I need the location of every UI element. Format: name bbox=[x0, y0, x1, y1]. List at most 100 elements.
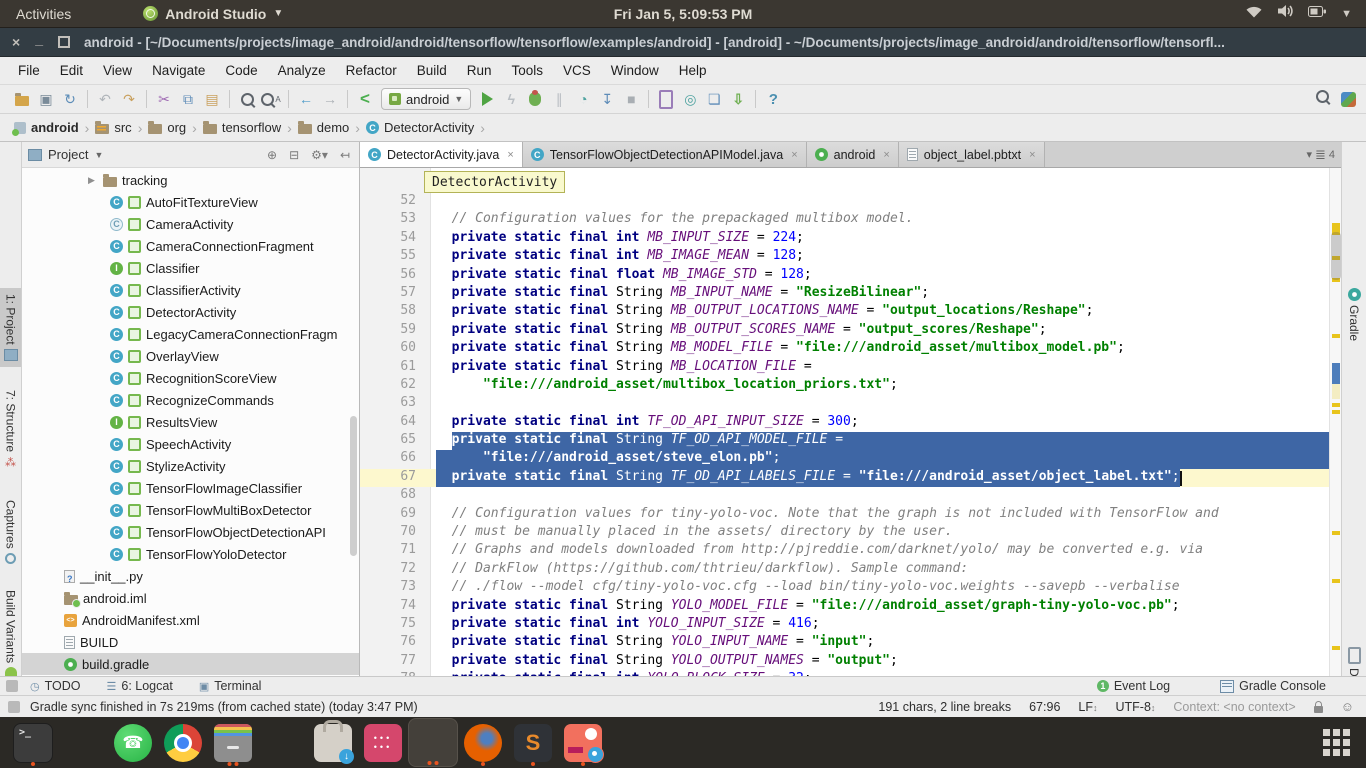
system-clock[interactable]: Fri Jan 5, 5:09:53 PM bbox=[614, 6, 753, 22]
run-button[interactable] bbox=[475, 88, 499, 110]
tree-item-cameraconnectionfragment[interactable]: CCameraConnectionFragment bbox=[22, 235, 359, 257]
wifi-icon[interactable] bbox=[1245, 5, 1263, 23]
dock-item-screenshot[interactable] bbox=[558, 718, 608, 767]
dock-item-android-studio[interactable] bbox=[408, 718, 458, 767]
hidden-tabs-indicator[interactable]: ▾≣4 bbox=[1306, 142, 1341, 167]
editor-error-stripe[interactable] bbox=[1329, 168, 1341, 676]
tree-item-recognizecommands[interactable]: CRecognizeCommands bbox=[22, 389, 359, 411]
volume-icon[interactable] bbox=[1277, 4, 1294, 23]
menu-tools[interactable]: Tools bbox=[504, 60, 552, 81]
tree-item-resultsview[interactable]: IResultsView bbox=[22, 411, 359, 433]
menu-navigate[interactable]: Navigate bbox=[144, 60, 213, 81]
undo-icon[interactable]: ↶ bbox=[93, 88, 117, 110]
tree-item-android-iml[interactable]: android.iml bbox=[22, 587, 359, 609]
cut-icon[interactable]: ✂ bbox=[152, 88, 176, 110]
user-avatar[interactable] bbox=[1341, 92, 1356, 107]
tree-item-cameraactivity[interactable]: CCameraActivity bbox=[22, 213, 359, 235]
tree-item-speechactivity[interactable]: CSpeechActivity bbox=[22, 433, 359, 455]
inspections-hector-icon[interactable]: ☺ bbox=[1341, 699, 1354, 714]
avd-manager-icon[interactable] bbox=[654, 88, 678, 110]
tree-item-build-gradle[interactable]: build.gradle bbox=[22, 653, 359, 675]
maximize-window-icon[interactable] bbox=[58, 36, 70, 48]
menu-help[interactable]: Help bbox=[671, 60, 715, 81]
menu-view[interactable]: View bbox=[95, 60, 140, 81]
tree-scrollbar[interactable] bbox=[350, 416, 357, 556]
collapse-all-icon[interactable]: ⊟ bbox=[286, 148, 302, 162]
stripe-tab--structure[interactable]: 7: Structure⁂ bbox=[0, 390, 21, 469]
back-icon[interactable]: ← bbox=[294, 88, 318, 110]
toolwindow-button-terminal[interactable]: ▣Terminal bbox=[199, 679, 262, 693]
dock-item-files[interactable] bbox=[208, 718, 258, 767]
breadcrumb-item-android[interactable]: android bbox=[14, 120, 79, 135]
close-window-icon[interactable]: × bbox=[12, 35, 20, 49]
tree-item-tensorflowobjectdetectionapi[interactable]: CTensorFlowObjectDetectionAPI bbox=[22, 521, 359, 543]
editor-tab-detectoractivity-java[interactable]: CDetectorActivity.java× bbox=[360, 142, 523, 167]
copy-icon[interactable]: ⧉ bbox=[176, 88, 200, 110]
dock-item-sublime[interactable] bbox=[508, 718, 558, 767]
toolwindow-button-console[interactable]: Gradle Console bbox=[1220, 679, 1326, 693]
close-tab-icon[interactable]: × bbox=[883, 149, 889, 161]
tree-item--init-py[interactable]: __init__.py bbox=[22, 565, 359, 587]
sync-icon[interactable]: ↻ bbox=[58, 88, 82, 110]
find-icon[interactable] bbox=[235, 88, 259, 110]
breadcrumb-item-demo[interactable]: demo bbox=[298, 120, 350, 135]
menu-vcs[interactable]: VCS bbox=[555, 60, 599, 81]
dock-item-virtualbox[interactable] bbox=[258, 718, 308, 767]
tree-item-autofittextureview[interactable]: CAutoFitTextureView bbox=[22, 191, 359, 213]
toolwindow-button-event-log[interactable]: 1Event Log bbox=[1097, 679, 1170, 693]
dock-item-firefox[interactable] bbox=[458, 718, 508, 767]
tree-item-legacycameraconnectionfragm[interactable]: CLegacyCameraConnectionFragm bbox=[22, 323, 359, 345]
tree-item-stylizeactivity[interactable]: CStylizeActivity bbox=[22, 455, 359, 477]
menu-analyze[interactable]: Analyze bbox=[270, 60, 334, 81]
sdk-manager-icon[interactable]: ⇩ bbox=[726, 88, 750, 110]
stop-icon[interactable]: ■ bbox=[619, 88, 643, 110]
breadcrumb-item-detectoractivity[interactable]: CDetectorActivity bbox=[366, 120, 474, 135]
toolwindow-button-logcat[interactable]: ☰6: Logcat bbox=[107, 679, 173, 693]
encoding-select[interactable]: UTF-8↕ bbox=[1115, 700, 1155, 714]
tree-item-detectoractivity[interactable]: CDetectorActivity bbox=[22, 301, 359, 323]
menu-edit[interactable]: Edit bbox=[52, 60, 91, 81]
status-toggle-icon[interactable] bbox=[8, 701, 20, 713]
attach-debugger-icon[interactable]: ∥ bbox=[547, 88, 571, 110]
menu-build[interactable]: Build bbox=[409, 60, 455, 81]
close-tab-icon[interactable]: × bbox=[1029, 149, 1035, 161]
lock-icon[interactable] bbox=[1314, 706, 1323, 713]
expand-arrow-icon[interactable]: ▶ bbox=[88, 175, 98, 186]
toolwindow-switcher-icon[interactable] bbox=[6, 680, 18, 692]
coverage-icon[interactable]: ↧ bbox=[595, 88, 619, 110]
dock-item-tweaks[interactable]: •••••• bbox=[358, 718, 408, 767]
chevron-down-icon[interactable]: ▼ bbox=[94, 150, 103, 160]
tree-item-build[interactable]: BUILD bbox=[22, 631, 359, 653]
tree-item-tensorflowimageclassifier[interactable]: CTensorFlowImageClassifier bbox=[22, 477, 359, 499]
editor-tab-tensorflowobjectdetectionapimodel-java[interactable]: CTensorFlowObjectDetectionAPIModel.java× bbox=[523, 142, 807, 167]
dock-item-software[interactable] bbox=[308, 718, 358, 767]
editor-tab-android[interactable]: android× bbox=[807, 142, 899, 167]
forward-icon[interactable]: → bbox=[318, 88, 342, 110]
run-configuration-select[interactable]: android ▼ bbox=[381, 88, 471, 110]
toolwindow-button-todo[interactable]: ◷TODO bbox=[30, 679, 81, 693]
sync-project-gradle-icon[interactable]: ◎ bbox=[678, 88, 702, 110]
stripe-tab-gradle[interactable]: Gradle bbox=[1342, 288, 1366, 341]
menu-code[interactable]: Code bbox=[217, 60, 265, 81]
tree-item-tracking[interactable]: ▶tracking bbox=[22, 169, 359, 191]
app-menu[interactable]: Android Studio ▼ bbox=[143, 6, 283, 22]
activities-button[interactable]: Activities bbox=[16, 6, 71, 22]
dock-item-terminal[interactable] bbox=[8, 718, 58, 767]
tree-item-classifieractivity[interactable]: CClassifierActivity bbox=[22, 279, 359, 301]
tree-item-androidmanifest-xml[interactable]: <>AndroidManifest.xml bbox=[22, 609, 359, 631]
tree-item-overlayview[interactable]: COverlayView bbox=[22, 345, 359, 367]
editor-scrollbar-thumb[interactable] bbox=[1331, 232, 1341, 280]
tree-item-tensorflowyolodetector[interactable]: CTensorFlowYoloDetector bbox=[22, 543, 359, 565]
locate-file-icon[interactable]: ⊕ bbox=[264, 148, 280, 162]
stripe-tab-captures[interactable]: Captures bbox=[0, 500, 21, 564]
minimize-window-icon[interactable]: _ bbox=[35, 32, 43, 46]
hide-panel-icon[interactable]: ↤ bbox=[337, 148, 353, 162]
caret-position[interactable]: 67:96 bbox=[1029, 700, 1060, 714]
layout-inspector-icon[interactable]: ❏ bbox=[702, 88, 726, 110]
apply-changes-icon[interactable]: ϟ bbox=[499, 88, 523, 110]
menu-file[interactable]: File bbox=[10, 60, 48, 81]
editor-tab-object-label-pbtxt[interactable]: object_label.pbtxt× bbox=[899, 142, 1045, 167]
breadcrumb-item-src[interactable]: src bbox=[95, 120, 131, 135]
save-all-icon[interactable]: ▣ bbox=[34, 88, 58, 110]
show-applications-icon[interactable] bbox=[1323, 729, 1350, 756]
